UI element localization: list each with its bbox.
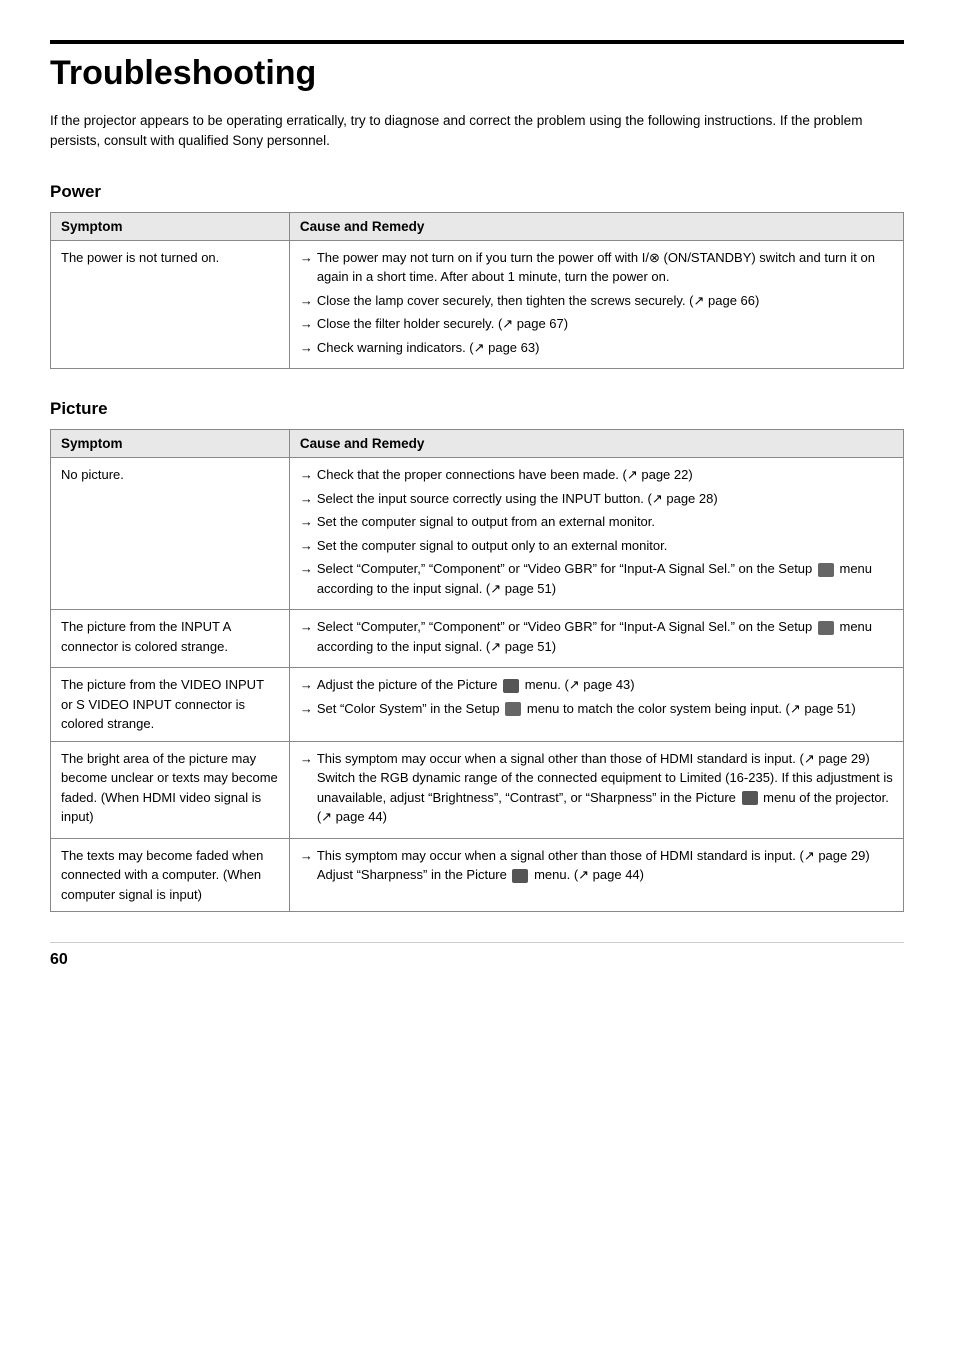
sections-container: PowerSymptomCause and RemedyThe power is…: [50, 182, 904, 913]
section-title-power: Power: [50, 182, 904, 202]
remedy-text: This symptom may occur when a signal oth…: [317, 846, 893, 885]
symptom-cell-picture-1: The picture from the INPUT A connector i…: [51, 610, 290, 668]
arrow-icon: →: [300, 749, 313, 769]
remedy-item: →Select “Computer,” “Component” or “Vide…: [300, 559, 893, 598]
remedy-item: →Set “Color System” in the Setup menu to…: [300, 699, 893, 719]
remedy-cell-picture-1: →Select “Computer,” “Component” or “Vide…: [289, 610, 903, 668]
arrow-icon: →: [300, 536, 313, 556]
remedy-item: →Close the lamp cover securely, then tig…: [300, 291, 893, 311]
symptom-cell-power-0: The power is not turned on.: [51, 240, 290, 369]
arrow-icon: →: [300, 846, 313, 866]
remedy-text: Close the filter holder securely. (↗ pag…: [317, 314, 893, 334]
remedy-text: The power may not turn on if you turn th…: [317, 248, 893, 287]
remedy-item: →Select “Computer,” “Component” or “Vide…: [300, 617, 893, 656]
remedy-text: Select “Computer,” “Component” or “Video…: [317, 617, 893, 656]
arrow-icon: →: [300, 314, 313, 334]
setup-icon: [505, 702, 521, 716]
arrow-icon: →: [300, 291, 313, 311]
table-row: The texts may become faded when connecte…: [51, 838, 904, 912]
intro-text: If the projector appears to be operating…: [50, 111, 904, 152]
section-title-picture: Picture: [50, 399, 904, 419]
page-number: 60: [50, 951, 68, 968]
remedy-text: Select “Computer,” “Component” or “Video…: [317, 559, 893, 598]
table-row: The picture from the INPUT A connector i…: [51, 610, 904, 668]
remedy-cell-picture-4: →This symptom may occur when a signal ot…: [289, 838, 903, 912]
setup-icon: [818, 563, 834, 577]
arrow-icon: →: [300, 338, 313, 358]
arrow-icon: →: [300, 248, 313, 268]
symptom-cell-picture-2: The picture from the VIDEO INPUT or S VI…: [51, 668, 290, 742]
arrow-icon: →: [300, 489, 313, 509]
remedy-item: →Check warning indicators. (↗ page 63): [300, 338, 893, 358]
col-remedy-picture: Cause and Remedy: [289, 430, 903, 458]
col-symptom-power: Symptom: [51, 212, 290, 240]
remedy-item: →This symptom may occur when a signal ot…: [300, 749, 893, 827]
picture-icon: [503, 679, 519, 693]
remedy-text: Select the input source correctly using …: [317, 489, 893, 509]
remedy-text: Check warning indicators. (↗ page 63): [317, 338, 893, 358]
remedy-item: →Set the computer signal to output only …: [300, 536, 893, 556]
remedy-text: Close the lamp cover securely, then tigh…: [317, 291, 893, 311]
symptom-cell-picture-4: The texts may become faded when connecte…: [51, 838, 290, 912]
remedy-item: →The power may not turn on if you turn t…: [300, 248, 893, 287]
table-row: No picture.→Check that the proper connec…: [51, 458, 904, 610]
remedy-cell-picture-3: →This symptom may occur when a signal ot…: [289, 741, 903, 838]
remedy-item: →Adjust the picture of the Picture menu.…: [300, 675, 893, 695]
col-symptom-picture: Symptom: [51, 430, 290, 458]
arrow-icon: →: [300, 465, 313, 485]
page-title: Troubleshooting: [50, 40, 904, 93]
remedy-text: Set “Color System” in the Setup menu to …: [317, 699, 893, 719]
page-footer: 60: [50, 942, 904, 969]
remedy-text: Set the computer signal to output only t…: [317, 536, 893, 556]
remedy-item: →Set the computer signal to output from …: [300, 512, 893, 532]
remedy-cell-picture-2: →Adjust the picture of the Picture menu.…: [289, 668, 903, 742]
picture-icon: [742, 791, 758, 805]
arrow-icon: →: [300, 559, 313, 579]
remedy-text: Check that the proper connections have b…: [317, 465, 893, 485]
table-row: The power is not turned on.→The power ma…: [51, 240, 904, 369]
arrow-icon: →: [300, 675, 313, 695]
col-remedy-power: Cause and Remedy: [289, 212, 903, 240]
arrow-icon: →: [300, 512, 313, 532]
remedy-text: This symptom may occur when a signal oth…: [317, 749, 893, 827]
remedy-item: →Select the input source correctly using…: [300, 489, 893, 509]
table-row: The bright area of the picture may becom…: [51, 741, 904, 838]
table-power: SymptomCause and RemedyThe power is not …: [50, 212, 904, 370]
picture-icon: [512, 869, 528, 883]
setup-icon: [818, 621, 834, 635]
symptom-cell-picture-3: The bright area of the picture may becom…: [51, 741, 290, 838]
table-row: The picture from the VIDEO INPUT or S VI…: [51, 668, 904, 742]
remedy-item: →Check that the proper connections have …: [300, 465, 893, 485]
remedy-item: →This symptom may occur when a signal ot…: [300, 846, 893, 885]
symptom-cell-picture-0: No picture.: [51, 458, 290, 610]
remedy-text: Set the computer signal to output from a…: [317, 512, 893, 532]
arrow-icon: →: [300, 699, 313, 719]
table-picture: SymptomCause and RemedyNo picture.→Check…: [50, 429, 904, 912]
remedy-text: Adjust the picture of the Picture menu. …: [317, 675, 893, 695]
remedy-item: →Close the filter holder securely. (↗ pa…: [300, 314, 893, 334]
arrow-icon: →: [300, 617, 313, 637]
remedy-cell-picture-0: →Check that the proper connections have …: [289, 458, 903, 610]
remedy-cell-power-0: →The power may not turn on if you turn t…: [289, 240, 903, 369]
